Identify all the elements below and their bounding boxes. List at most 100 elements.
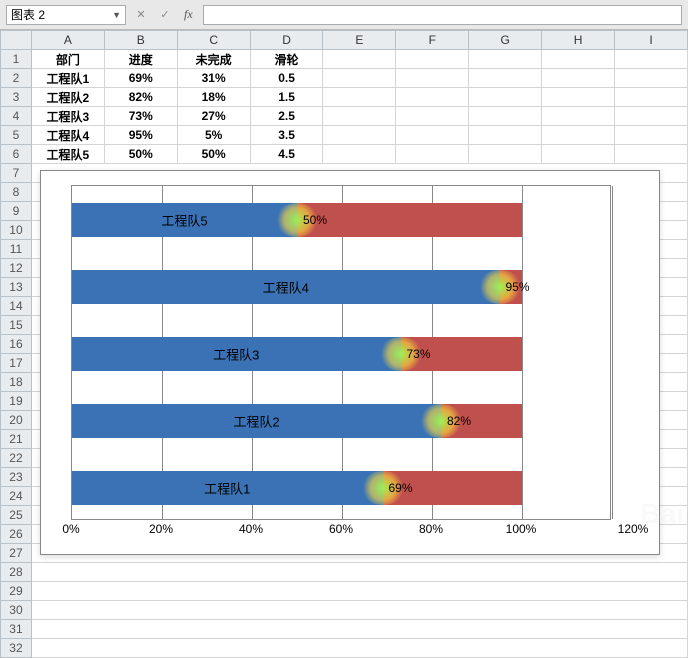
cell[interactable] — [542, 88, 615, 107]
row-header[interactable]: 21 — [1, 430, 32, 449]
cell[interactable] — [323, 50, 396, 69]
cell[interactable] — [323, 88, 396, 107]
cell[interactable] — [396, 126, 469, 145]
cell[interactable] — [396, 145, 469, 164]
cell[interactable] — [31, 582, 687, 601]
bar-row[interactable]: 工程队373% — [72, 337, 610, 371]
bar-row[interactable]: 工程队550% — [72, 203, 610, 237]
cell[interactable]: 进度 — [104, 50, 177, 69]
bar-remaining[interactable] — [297, 203, 522, 237]
cell[interactable]: 69% — [104, 69, 177, 88]
bar-row[interactable]: 工程队495% — [72, 270, 610, 304]
bar-progress[interactable] — [72, 203, 297, 237]
cell[interactable]: 工程队5 — [31, 145, 104, 164]
col-header[interactable]: E — [323, 31, 396, 50]
cell[interactable]: 31% — [177, 69, 250, 88]
cell[interactable] — [469, 107, 542, 126]
cell[interactable] — [31, 639, 687, 658]
cell[interactable]: 18% — [177, 88, 250, 107]
bar-remaining[interactable] — [401, 337, 523, 371]
row-header[interactable]: 31 — [1, 620, 32, 639]
row-header[interactable]: 12 — [1, 259, 32, 278]
row-header[interactable]: 15 — [1, 316, 32, 335]
cell[interactable] — [469, 69, 542, 88]
row-header[interactable]: 18 — [1, 373, 32, 392]
cell[interactable]: 1.5 — [250, 88, 323, 107]
cell[interactable]: 工程队1 — [31, 69, 104, 88]
cell[interactable]: 工程队3 — [31, 107, 104, 126]
cell[interactable] — [396, 88, 469, 107]
cancel-icon[interactable]: ✕ — [132, 6, 150, 24]
cell[interactable] — [469, 88, 542, 107]
bar-progress[interactable] — [72, 404, 441, 438]
cell[interactable] — [615, 126, 688, 145]
col-header[interactable]: B — [104, 31, 177, 50]
cell[interactable] — [469, 126, 542, 145]
bar-row[interactable]: 工程队282% — [72, 404, 610, 438]
cell[interactable]: 2.5 — [250, 107, 323, 126]
cell[interactable]: 3.5 — [250, 126, 323, 145]
cell[interactable]: 95% — [104, 126, 177, 145]
cell[interactable] — [615, 50, 688, 69]
bar-progress[interactable] — [72, 270, 500, 304]
cell[interactable] — [542, 107, 615, 126]
cell[interactable] — [31, 601, 687, 620]
cell[interactable]: 滑轮 — [250, 50, 323, 69]
cell[interactable] — [615, 88, 688, 107]
cell[interactable] — [615, 69, 688, 88]
cell[interactable] — [542, 50, 615, 69]
row-header[interactable]: 28 — [1, 563, 32, 582]
cell[interactable]: 27% — [177, 107, 250, 126]
row-header[interactable]: 5 — [1, 126, 32, 145]
cell[interactable] — [31, 563, 687, 582]
cell[interactable]: 5% — [177, 126, 250, 145]
cell[interactable] — [615, 145, 688, 164]
row-header[interactable]: 9 — [1, 202, 32, 221]
plot-area[interactable]: 工程队550%工程队495%工程队373%工程队282%工程队169% — [71, 185, 611, 520]
row-header[interactable]: 1 — [1, 50, 32, 69]
row-header[interactable]: 23 — [1, 468, 32, 487]
row-header[interactable]: 32 — [1, 639, 32, 658]
fx-icon[interactable]: fx — [180, 7, 197, 22]
row-header[interactable]: 16 — [1, 335, 32, 354]
cell[interactable]: 工程队4 — [31, 126, 104, 145]
cell[interactable]: 0.5 — [250, 69, 323, 88]
cell[interactable] — [323, 145, 396, 164]
cell[interactable] — [542, 126, 615, 145]
row-header[interactable]: 25 — [1, 506, 32, 525]
confirm-icon[interactable]: ✓ — [156, 6, 174, 24]
row-header[interactable]: 2 — [1, 69, 32, 88]
cell[interactable]: 工程队2 — [31, 88, 104, 107]
cell[interactable] — [323, 107, 396, 126]
row-header[interactable]: 10 — [1, 221, 32, 240]
row-header[interactable]: 26 — [1, 525, 32, 544]
col-header[interactable]: D — [250, 31, 323, 50]
bar-remaining[interactable] — [383, 471, 523, 505]
row-header[interactable]: 8 — [1, 183, 32, 202]
cell[interactable]: 73% — [104, 107, 177, 126]
row-header[interactable]: 19 — [1, 392, 32, 411]
bar-progress[interactable] — [72, 471, 383, 505]
cell[interactable] — [542, 145, 615, 164]
row-header[interactable]: 11 — [1, 240, 32, 259]
name-box[interactable]: 图表 2 ▼ — [6, 5, 126, 25]
bar-remaining[interactable] — [441, 404, 522, 438]
row-header[interactable]: 22 — [1, 449, 32, 468]
formula-bar[interactable] — [203, 5, 682, 25]
row-header[interactable]: 24 — [1, 487, 32, 506]
cell[interactable] — [396, 69, 469, 88]
cell[interactable] — [469, 145, 542, 164]
cell[interactable] — [323, 69, 396, 88]
cell[interactable] — [396, 50, 469, 69]
bar-remaining[interactable] — [500, 270, 523, 304]
row-header[interactable]: 30 — [1, 601, 32, 620]
cell[interactable] — [323, 126, 396, 145]
embedded-chart[interactable]: 工程队550%工程队495%工程队373%工程队282%工程队169% 0%20… — [40, 170, 660, 555]
col-header[interactable]: F — [396, 31, 469, 50]
cell[interactable] — [31, 620, 687, 639]
col-header[interactable]: G — [469, 31, 542, 50]
row-header[interactable]: 17 — [1, 354, 32, 373]
cell[interactable] — [396, 107, 469, 126]
row-header[interactable]: 6 — [1, 145, 32, 164]
cell[interactable] — [469, 50, 542, 69]
